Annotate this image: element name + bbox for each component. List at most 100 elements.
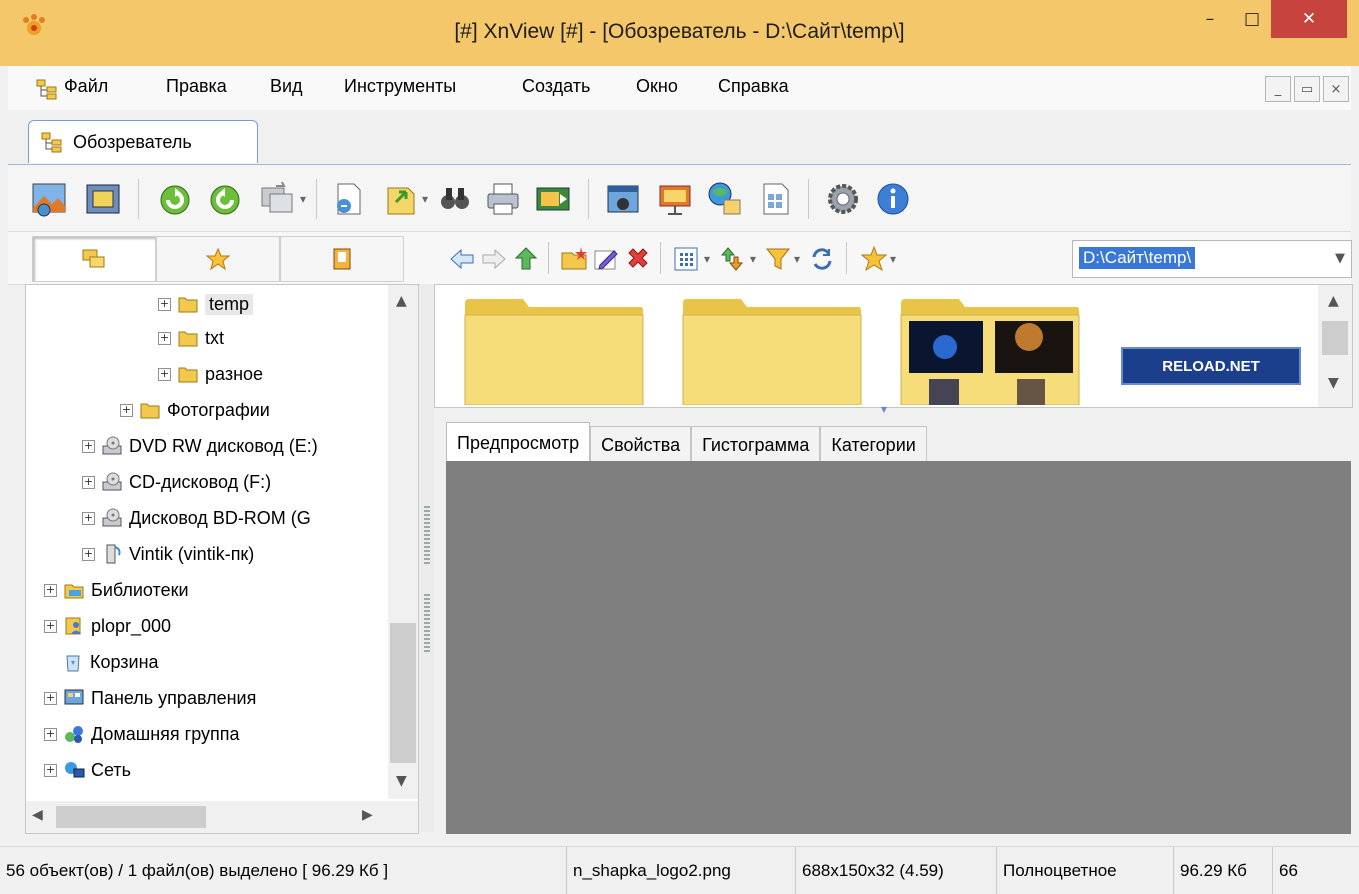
expand-icon[interactable]: + (44, 619, 57, 633)
splitter-grip[interactable] (424, 506, 430, 566)
thumbnail-scrollbar[interactable]: ▲ ▼ (1318, 285, 1352, 407)
tree-vertical-scrollbar[interactable]: ▲ ▼ (388, 285, 418, 799)
find-icon[interactable] (436, 180, 474, 218)
tree-item[interactable]: + plopr_000 (44, 609, 171, 643)
menu-help[interactable]: Справка (718, 76, 789, 97)
folder-with-photos-thumbnail[interactable] (899, 297, 1081, 405)
expand-icon[interactable]: + (82, 475, 95, 489)
scroll-up-icon[interactable]: ▲ (1328, 293, 1339, 309)
scroll-up-icon[interactable]: ▲ (396, 293, 407, 309)
panel-tab-favorites[interactable] (156, 236, 280, 282)
export-icon[interactable] (382, 180, 420, 218)
open-file-icon[interactable] (330, 180, 368, 218)
sort-dropdown-icon[interactable]: ▾ (750, 252, 756, 266)
convert-dropdown-icon[interactable]: ▾ (300, 192, 306, 206)
delete-icon[interactable] (624, 245, 652, 273)
favorites-dropdown-icon[interactable]: ▾ (890, 252, 896, 266)
menu-window[interactable]: Окно (636, 76, 678, 97)
presentation-icon[interactable] (656, 180, 694, 218)
address-bar[interactable]: D:\Сайт\temp\ ▼ (1072, 240, 1352, 278)
new-folder-icon[interactable] (560, 245, 588, 273)
scroll-right-icon[interactable]: ▶ (362, 807, 373, 823)
tree-item[interactable]: + Vintik (vintik-пк) (82, 537, 254, 571)
menu-file[interactable]: Файл (64, 76, 108, 97)
image-preview-area[interactable] (446, 461, 1351, 834)
splitter-grip[interactable] (424, 594, 430, 654)
fullscreen-icon[interactable] (84, 180, 122, 218)
scroll-thumb[interactable] (56, 806, 206, 828)
contact-sheet-icon[interactable] (756, 180, 794, 218)
panel-splitter[interactable] (420, 284, 434, 832)
view-mode-dropdown-icon[interactable]: ▾ (704, 252, 710, 266)
expand-icon[interactable]: + (82, 547, 95, 561)
tree-item[interactable]: + temp (158, 287, 254, 321)
scroll-thumb[interactable] (1322, 321, 1348, 355)
expand-icon[interactable]: + (158, 367, 171, 381)
tab-preview[interactable]: Предпросмотр (446, 422, 591, 463)
tree-item[interactable]: + Домашняя группа (44, 717, 240, 751)
filter-icon[interactable] (764, 245, 792, 273)
parent-folder-icon[interactable] (512, 245, 540, 273)
tree-item[interactable]: + Панель управления (44, 681, 256, 715)
mdi-close-button[interactable]: × (1323, 76, 1349, 102)
menu-tools[interactable]: Инструменты (344, 76, 456, 97)
mdi-restore-button[interactable]: ▭ (1294, 76, 1320, 102)
print-icon[interactable] (484, 180, 522, 218)
scroll-left-icon[interactable]: ◀ (32, 807, 43, 823)
tab-categories[interactable]: Категории (820, 426, 927, 463)
reload-net-logo-thumbnail[interactable]: RELOAD.NET (1121, 347, 1301, 385)
info-icon[interactable] (874, 180, 912, 218)
menu-edit[interactable]: Правка (166, 76, 227, 97)
tab-browser[interactable]: Обозреватель (28, 120, 258, 163)
slideshow-icon[interactable] (534, 180, 572, 218)
minimize-button[interactable]: – (1190, 0, 1230, 38)
scroll-down-icon[interactable]: ▼ (396, 773, 407, 789)
tree-item[interactable]: + Библиотеки (44, 573, 189, 607)
screen-capture-icon[interactable] (604, 180, 642, 218)
rename-icon[interactable] (592, 245, 620, 273)
expand-icon[interactable]: + (44, 583, 57, 597)
tree-item[interactable]: + Фотографии (120, 393, 270, 427)
horizontal-splitter-grip[interactable]: ▼ (868, 406, 900, 414)
expand-icon[interactable]: + (158, 331, 171, 345)
tree-item[interactable]: Корзина (62, 645, 159, 679)
menu-create[interactable]: Создать (522, 76, 590, 97)
rotate-left-icon[interactable] (156, 180, 194, 218)
rotate-right-icon[interactable] (206, 180, 244, 218)
view-mode-icon[interactable] (672, 245, 700, 273)
back-arrow-icon[interactable] (448, 245, 476, 273)
web-page-icon[interactable] (706, 180, 744, 218)
scroll-thumb[interactable] (390, 623, 416, 763)
expand-icon[interactable]: + (82, 511, 95, 525)
sort-icon[interactable] (718, 245, 746, 273)
folder-thumbnail[interactable] (681, 297, 863, 405)
close-button[interactable]: ✕ (1271, 0, 1347, 38)
tree-horizontal-scrollbar[interactable]: ◀ ▶ (26, 801, 418, 833)
tree-item[interactable]: + разное (158, 357, 263, 391)
expand-icon[interactable]: + (44, 727, 57, 741)
expand-icon[interactable]: + (120, 403, 133, 417)
tree-item[interactable]: + Дисковод BD-ROM (G (82, 501, 311, 535)
chevron-down-icon[interactable]: ▼ (1335, 251, 1345, 266)
folder-thumbnail[interactable] (463, 297, 645, 405)
expand-icon[interactable]: + (82, 439, 95, 453)
export-dropdown-icon[interactable]: ▾ (422, 192, 428, 206)
tree-item[interactable]: + CD-дисковод (F:) (82, 465, 271, 499)
forward-arrow-icon[interactable] (480, 245, 508, 273)
favorites-star-icon[interactable] (860, 245, 888, 273)
maximize-button[interactable]: □ (1232, 0, 1272, 38)
expand-icon[interactable]: + (44, 691, 57, 705)
settings-icon[interactable] (824, 180, 862, 218)
panel-tab-categories[interactable] (280, 236, 404, 282)
tree-item[interactable]: + DVD RW дисковод (E:) (82, 429, 318, 463)
refresh-icon[interactable] (808, 245, 836, 273)
tab-histogram[interactable]: Гистограмма (691, 426, 821, 463)
filter-dropdown-icon[interactable]: ▾ (794, 252, 800, 266)
panel-tab-folders[interactable] (32, 236, 156, 282)
address-text[interactable]: D:\Сайт\temp\ (1079, 247, 1196, 269)
scroll-down-icon[interactable]: ▼ (1328, 375, 1339, 391)
tree-item[interactable]: + Сеть (44, 753, 131, 787)
view-image-icon[interactable] (30, 180, 68, 218)
menu-view[interactable]: Вид (270, 76, 303, 97)
convert-icon[interactable] (258, 180, 296, 218)
